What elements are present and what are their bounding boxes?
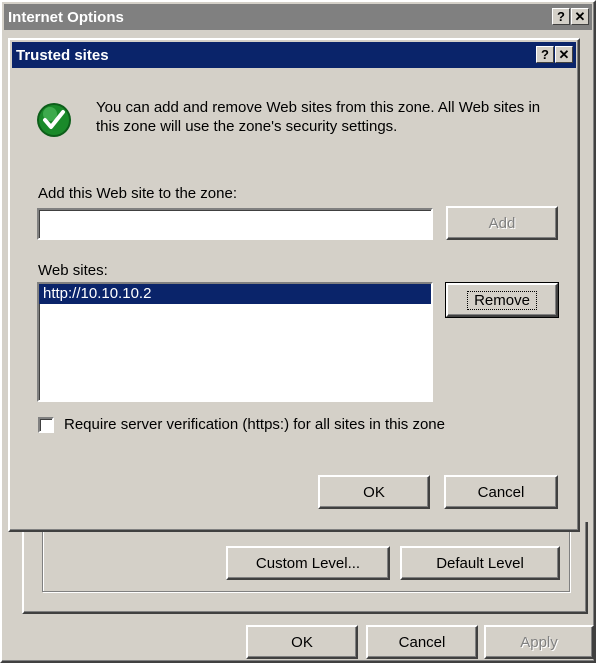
parent-ok-button[interactable]: OK xyxy=(246,625,358,659)
custom-level-label: Custom Level... xyxy=(255,554,361,572)
websites-label: Web sites: xyxy=(38,262,108,279)
parent-help-button[interactable]: ? xyxy=(552,8,570,25)
dialog-help-button[interactable]: ? xyxy=(536,46,554,63)
add-button: Add xyxy=(446,206,558,240)
dialog-ok-label: OK xyxy=(363,483,385,501)
require-https-label[interactable]: Require server verification (https:) for… xyxy=(64,416,564,433)
dialog-ok-button[interactable]: OK xyxy=(318,475,430,509)
remove-button[interactable]: Remove xyxy=(445,282,559,318)
parent-apply-button: Apply xyxy=(484,625,594,659)
parent-close-button[interactable]: ✕ xyxy=(571,8,589,25)
trusted-sites-title: Trusted sites xyxy=(16,46,109,64)
trusted-sites-titlebar[interactable]: Trusted sites ? ✕ xyxy=(12,42,576,68)
parent-cancel-label: Cancel xyxy=(398,633,446,651)
check-icon xyxy=(36,102,72,138)
add-button-label: Add xyxy=(488,214,516,232)
info-text: You can add and remove Web sites from th… xyxy=(96,99,541,135)
add-site-input[interactable] xyxy=(37,208,433,240)
parent-apply-label: Apply xyxy=(520,633,558,651)
require-https-checkbox[interactable] xyxy=(38,417,54,433)
add-site-label: Add this Web site to the zone: xyxy=(38,185,238,202)
help-icon: ? xyxy=(557,9,565,24)
dialog-cancel-label: Cancel xyxy=(477,483,525,501)
websites-list-item[interactable]: http://10.10.10.2 xyxy=(39,284,431,304)
trusted-sites-dialog: Trusted sites ? ✕ You can add and remove… xyxy=(8,38,580,532)
close-icon: ✕ xyxy=(574,8,586,24)
close-icon: ✕ xyxy=(558,46,570,62)
internet-options-title: Internet Options xyxy=(8,8,124,26)
website-url: http://10.10.10.2 xyxy=(43,285,152,302)
parent-ok-label: OK xyxy=(291,633,313,651)
custom-level-button[interactable]: Custom Level... xyxy=(226,546,390,580)
remove-button-label: Remove xyxy=(467,290,537,310)
parent-cancel-button[interactable]: Cancel xyxy=(366,625,478,659)
help-icon: ? xyxy=(541,47,549,62)
websites-list[interactable]: http://10.10.10.2 xyxy=(37,282,433,402)
dialog-cancel-button[interactable]: Cancel xyxy=(444,475,558,509)
default-level-label: Default Level xyxy=(436,554,524,572)
default-level-button[interactable]: Default Level xyxy=(400,546,560,580)
dialog-close-button[interactable]: ✕ xyxy=(555,46,573,63)
internet-options-titlebar[interactable]: Internet Options ? ✕ xyxy=(4,4,592,30)
